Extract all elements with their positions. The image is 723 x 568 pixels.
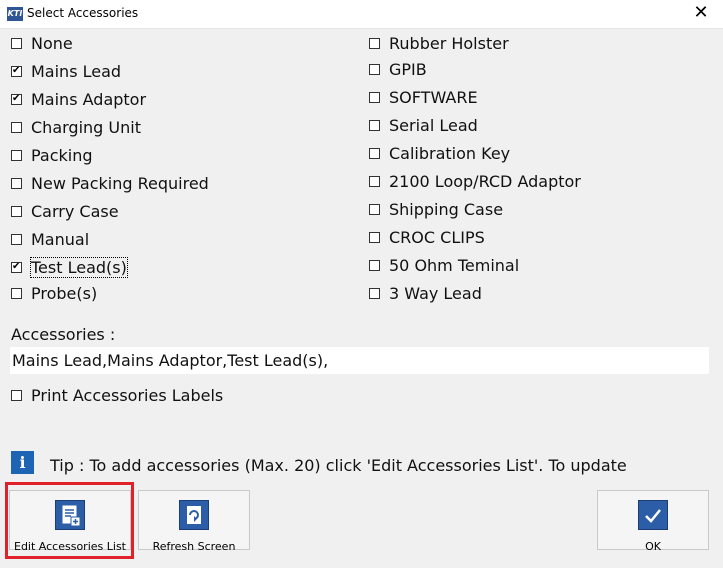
checkbox-label: Test Lead(s): [30, 256, 128, 278]
checkbox-probes[interactable]: Probe(s): [11, 282, 97, 304]
checkbox-box[interactable]: [11, 93, 22, 105]
edit-accessories-list-button[interactable]: Edit Accessories List: [9, 490, 131, 553]
checkbox-box[interactable]: [11, 389, 22, 401]
checkbox-gpib[interactable]: GPIB: [369, 58, 427, 80]
title-bar: KTI Select Accessories ✕: [0, 0, 723, 29]
ok-label: OK: [645, 540, 661, 553]
checkbox-label: Mains Adaptor: [31, 89, 147, 109]
checkbox-3-way-lead[interactable]: 3 Way Lead: [369, 282, 482, 304]
checkbox-box[interactable]: [11, 65, 22, 77]
checkbox-box[interactable]: [369, 91, 380, 103]
checkbox-label: Carry Case: [31, 201, 119, 221]
checkbox-carry-case[interactable]: Carry Case: [11, 200, 119, 222]
checkbox-label: Print Accessories Labels: [31, 385, 224, 405]
checkbox-label: 2100 Loop/RCD Adaptor: [389, 171, 581, 191]
checkbox-label: Packing: [31, 145, 93, 165]
info-icon: i: [11, 451, 34, 474]
checkbox-box[interactable]: [369, 37, 380, 49]
checkbox-label: Calibration Key: [389, 143, 511, 163]
checkmark-icon: [638, 500, 668, 530]
checkbox-mains-lead[interactable]: Mains Lead: [11, 60, 121, 82]
checkbox-calibration-key[interactable]: Calibration Key: [369, 142, 510, 164]
checkbox-box[interactable]: [369, 231, 380, 243]
edit-list-icon: [55, 500, 85, 530]
checkbox-loop-rcd-adaptor[interactable]: 2100 Loop/RCD Adaptor: [369, 170, 581, 192]
checkbox-box[interactable]: [11, 177, 22, 189]
checkbox-box[interactable]: [11, 149, 22, 161]
checkbox-label: Manual: [31, 229, 90, 249]
checkbox-box[interactable]: [369, 119, 380, 131]
checkbox-box[interactable]: [11, 37, 22, 49]
checkbox-label: None: [31, 33, 73, 53]
checkbox-packing[interactable]: Packing: [11, 144, 93, 166]
checkbox-rubber-holster[interactable]: Rubber Holster: [369, 32, 509, 54]
checkbox-software[interactable]: SOFTWARE: [369, 86, 478, 108]
checkbox-label: Shipping Case: [389, 199, 504, 219]
checkbox-test-leads[interactable]: Test Lead(s): [11, 256, 128, 278]
checkbox-label: 50 Ohm Teminal: [389, 255, 520, 275]
checkbox-manual[interactable]: Manual: [11, 228, 89, 250]
checkbox-label: CROC CLIPS: [389, 227, 485, 247]
checkbox-label: Mains Lead: [31, 61, 122, 81]
edit-accessories-list-label: Edit Accessories List: [14, 540, 126, 553]
accessories-caption: Accessories :: [11, 325, 116, 344]
checkbox-label: Charging Unit: [31, 117, 141, 137]
checkbox-croc-clips[interactable]: CROC CLIPS: [369, 226, 485, 248]
checkbox-box[interactable]: [11, 205, 22, 217]
checkbox-box[interactable]: [369, 203, 380, 215]
checkbox-50-ohm-terminal[interactable]: 50 Ohm Teminal: [369, 254, 519, 276]
checkbox-box[interactable]: [369, 147, 380, 159]
checkbox-label: SOFTWARE: [389, 87, 478, 107]
checkbox-box[interactable]: [369, 175, 380, 187]
checkbox-box[interactable]: [11, 233, 22, 245]
checkbox-box[interactable]: [11, 287, 22, 299]
checkbox-mains-adaptor[interactable]: Mains Adaptor: [11, 88, 146, 110]
refresh-screen-label: Refresh Screen: [152, 540, 236, 553]
checkbox-charging-unit[interactable]: Charging Unit: [11, 116, 141, 138]
close-icon[interactable]: ✕: [691, 3, 711, 23]
checkbox-label: New Packing Required: [31, 173, 209, 193]
checkbox-shipping-case[interactable]: Shipping Case: [369, 198, 503, 220]
checkbox-box[interactable]: [369, 259, 380, 271]
checkbox-box[interactable]: [369, 287, 380, 299]
checkbox-print-accessories-labels[interactable]: Print Accessories Labels: [11, 384, 223, 406]
refresh-screen-button[interactable]: Refresh Screen: [138, 490, 250, 553]
checkbox-box[interactable]: [11, 121, 22, 133]
checkbox-new-packing-required[interactable]: New Packing Required: [11, 172, 209, 194]
tip-text: Tip : To add accessories (Max. 20) click…: [50, 456, 627, 475]
checkbox-label: Serial Lead: [389, 115, 478, 135]
checkbox-box[interactable]: [369, 63, 380, 75]
checkbox-label: 3 Way Lead: [389, 283, 482, 303]
app-logo-icon: KTI: [7, 7, 23, 21]
window-title: Select Accessories: [27, 6, 139, 20]
checkbox-none[interactable]: None: [11, 32, 73, 54]
checkbox-label: Probe(s): [31, 283, 98, 303]
checkbox-box[interactable]: [11, 261, 22, 273]
ok-button[interactable]: OK: [597, 490, 709, 553]
checkbox-label: Rubber Holster: [389, 33, 509, 53]
checkbox-serial-lead[interactable]: Serial Lead: [369, 114, 478, 136]
checkbox-label: GPIB: [389, 59, 427, 79]
accessories-value-field: Mains Lead,Mains Adaptor,Test Lead(s),: [10, 347, 709, 374]
refresh-icon: [179, 500, 209, 530]
